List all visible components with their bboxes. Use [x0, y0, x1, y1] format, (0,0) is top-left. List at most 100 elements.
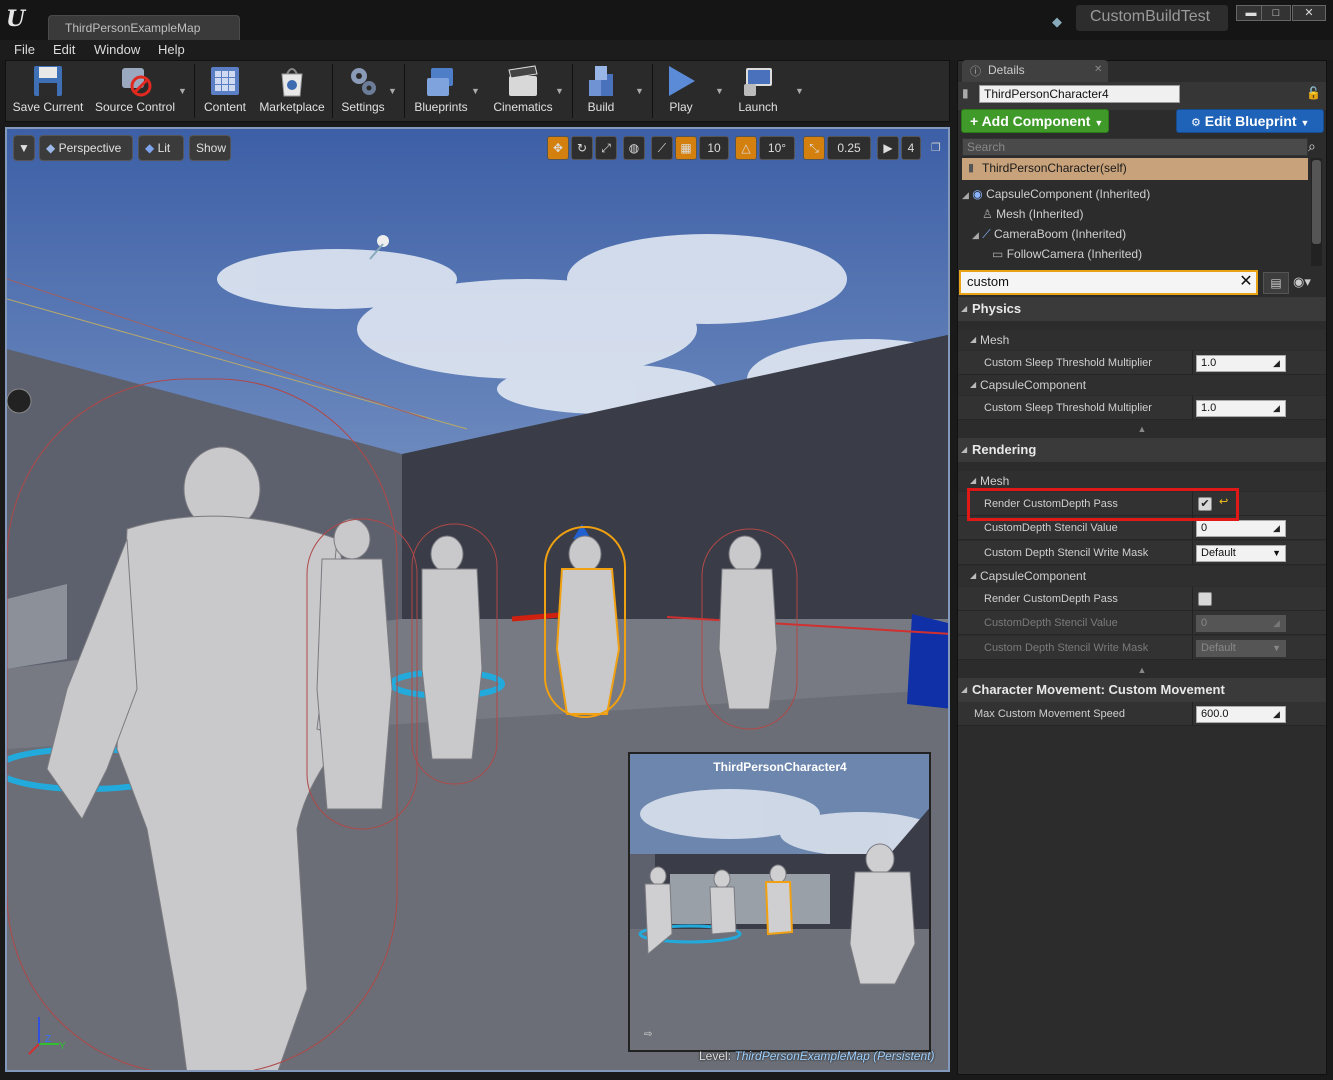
- menu-edit[interactable]: Edit: [53, 42, 75, 57]
- property-divider[interactable]: [1192, 611, 1193, 635]
- capsule-stencil-value-input: 0 ◢: [1196, 615, 1286, 632]
- level-indicator: Level: ThirdPersonExampleMap (Persistent…: [699, 1049, 944, 1067]
- scale-snap-icon[interactable]: ⤡: [803, 136, 825, 160]
- component-tree-mesh[interactable]: ♙ Mesh (Inherited): [982, 204, 1302, 224]
- add-component-button[interactable]: + Add Component ▼: [961, 109, 1109, 133]
- surface-snap-icon[interactable]: ⟋: [651, 136, 673, 160]
- subcategory-rendering-capsule[interactable]: ◢ CapsuleComponent: [958, 566, 1326, 586]
- save-icon: [34, 66, 62, 96]
- rotate-mode-icon[interactable]: ↻: [571, 136, 593, 160]
- chevron-down-icon: ▼: [1272, 643, 1281, 653]
- blueprints-dropdown-icon[interactable]: ▼: [471, 86, 481, 96]
- maximize-button[interactable]: □: [1261, 5, 1291, 21]
- property-matrix-icon[interactable]: ▤: [1263, 272, 1289, 294]
- visibility-eye-icon[interactable]: ◉▾: [1293, 274, 1311, 290]
- blueprints-label: Blueprints: [414, 100, 468, 114]
- play-dropdown-icon[interactable]: ▼: [715, 86, 725, 96]
- component-tree-scroll-thumb[interactable]: [1312, 160, 1321, 244]
- property-row: Render CustomDepth Pass: [958, 587, 1326, 611]
- search-icon: ⌕: [1308, 138, 1316, 154]
- menu-file[interactable]: File: [14, 42, 35, 57]
- actor-icon: ▮: [968, 162, 975, 174]
- chevron-down-icon: ▼: [1300, 118, 1310, 128]
- blueprints-button[interactable]: Blueprints: [408, 62, 474, 120]
- launch-dropdown-icon[interactable]: ▼: [795, 86, 805, 96]
- settings-button[interactable]: Settings: [336, 62, 390, 120]
- cinematics-button[interactable]: Cinematics: [488, 62, 558, 120]
- category-rendering-label: Rendering: [972, 442, 1037, 457]
- property-divider[interactable]: [1192, 702, 1193, 726]
- max-custom-speed-input[interactable]: 600.0 ◢: [1196, 706, 1286, 723]
- settings-dropdown-icon[interactable]: ▼: [388, 86, 398, 96]
- rotation-snap-icon[interactable]: △: [735, 136, 757, 160]
- show-button[interactable]: Show: [189, 135, 231, 161]
- property-divider[interactable]: [1192, 351, 1193, 375]
- perspective-button[interactable]: ◆ Perspective: [39, 135, 133, 161]
- launch-button[interactable]: Launch: [732, 62, 784, 120]
- capsule-render-customdepth-checkbox[interactable]: [1198, 592, 1212, 606]
- camera-speed-icon[interactable]: ▶: [877, 136, 899, 160]
- clear-filter-icon[interactable]: ✕: [1236, 270, 1256, 294]
- component-tree-self[interactable]: ▮ ThirdPersonCharacter(self): [962, 158, 1308, 180]
- component-tree-camera-boom[interactable]: ◢ ⟋ CameraBoom (Inherited): [972, 224, 1302, 244]
- menu-help[interactable]: Help: [158, 42, 185, 57]
- content-button[interactable]: Content: [198, 62, 252, 120]
- property-divider[interactable]: [1192, 396, 1193, 420]
- world-space-icon[interactable]: ◍: [623, 136, 645, 160]
- build-button[interactable]: Build: [578, 62, 624, 120]
- sleep-threshold-mesh-input[interactable]: 1.0 ◢: [1196, 355, 1286, 372]
- category-character-movement[interactable]: ◢ Character Movement: Custom Movement: [958, 678, 1326, 702]
- property-divider[interactable]: [1192, 636, 1193, 660]
- project-icon: ◆: [1052, 14, 1062, 29]
- stencil-value-input[interactable]: 0 ◢: [1196, 520, 1286, 537]
- source-control-button[interactable]: Source Control: [92, 62, 178, 120]
- component-tree-capsule[interactable]: ◢ ◉ CapsuleComponent (Inherited): [962, 184, 1302, 204]
- capsule-icon: ◉: [972, 187, 983, 201]
- spin-grip-icon[interactable]: ◢: [1273, 709, 1283, 719]
- advanced-expander-icon[interactable]: ▲: [958, 664, 1326, 676]
- viewport-options-icon[interactable]: ▼: [13, 135, 35, 161]
- subcategory-physics-mesh[interactable]: ◢ Mesh: [958, 330, 1326, 350]
- category-physics[interactable]: ◢ Physics: [958, 297, 1326, 321]
- sleep-threshold-capsule-input[interactable]: 1.0 ◢: [1196, 400, 1286, 417]
- grid-snap-icon[interactable]: ▦: [675, 136, 697, 160]
- close-tab-icon[interactable]: ✕: [1094, 64, 1102, 75]
- spin-grip-icon[interactable]: ◢: [1273, 523, 1283, 533]
- spin-grip-icon[interactable]: ◢: [1273, 358, 1283, 368]
- category-rendering[interactable]: ◢ Rendering: [958, 438, 1326, 462]
- subcategory-physics-capsule[interactable]: ◢ CapsuleComponent: [958, 375, 1326, 395]
- play-button[interactable]: Play: [658, 62, 704, 120]
- perspective-icon: ◆: [46, 141, 59, 155]
- scale-snap-value[interactable]: 0.25: [827, 136, 871, 160]
- grid-snap-value[interactable]: 10: [699, 136, 729, 160]
- maximize-viewport-icon[interactable]: ❐: [931, 141, 943, 154]
- level-prefix: Level:: [699, 1049, 732, 1063]
- source-control-dropdown-icon[interactable]: ▼: [178, 86, 188, 96]
- details-filter-input[interactable]: custom: [959, 270, 1258, 295]
- rotation-snap-value[interactable]: 10°: [759, 136, 795, 160]
- component-tree-follow-camera[interactable]: ▭ FollowCamera (Inherited): [992, 244, 1302, 264]
- camera-speed-value[interactable]: 4: [901, 136, 921, 160]
- translate-mode-icon[interactable]: ✥: [547, 136, 569, 160]
- stencil-write-mask-select[interactable]: Default ▼: [1196, 545, 1286, 562]
- menu-window[interactable]: Window: [94, 42, 140, 57]
- save-current-button[interactable]: Save Current: [8, 62, 88, 120]
- scale-mode-icon[interactable]: ⤢: [595, 136, 617, 160]
- marketplace-button[interactable]: Marketplace: [256, 62, 328, 120]
- build-dropdown-icon[interactable]: ▼: [635, 86, 645, 96]
- advanced-expander-icon[interactable]: ▲: [958, 423, 1326, 435]
- cinematics-dropdown-icon[interactable]: ▼: [555, 86, 565, 96]
- edit-blueprint-button[interactable]: ⚙ Edit Blueprint ▼: [1176, 109, 1324, 133]
- marketplace-label: Marketplace: [259, 100, 325, 114]
- unreal-logo-icon[interactable]: U: [6, 6, 32, 32]
- close-button[interactable]: ✕: [1292, 5, 1326, 21]
- map-tab[interactable]: ThirdPersonExampleMap: [48, 15, 240, 40]
- spin-grip-icon[interactable]: ◢: [1273, 403, 1283, 413]
- property-divider[interactable]: [1192, 587, 1193, 611]
- actor-name-field[interactable]: ThirdPersonCharacter4: [979, 85, 1180, 103]
- property-divider[interactable]: [1192, 541, 1193, 565]
- lit-button[interactable]: ◆ Lit: [138, 135, 184, 161]
- lock-icon[interactable]: 🔓: [1306, 86, 1321, 100]
- component-search-input[interactable]: Search: [962, 138, 1308, 156]
- details-tab[interactable]: ⓘ Details ✕: [962, 60, 1108, 82]
